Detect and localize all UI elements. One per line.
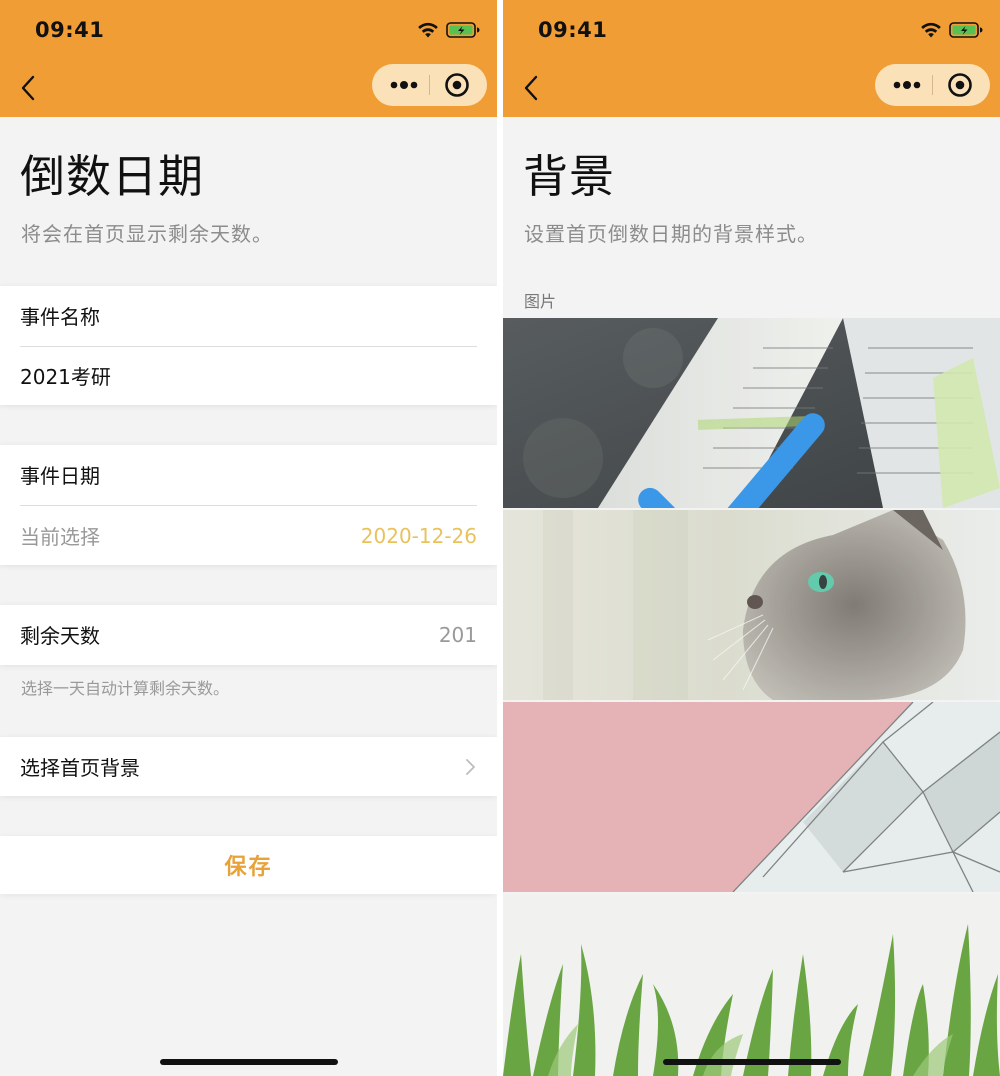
countdown-date-screen: 09:41 倒数日期 将会在首页显示剩余天数。 事件名称 2021考研 事件日期… [0,0,497,1076]
page-subtitle: 设置首页倒数日期的背景样式。 [524,222,818,246]
page-subtitle: 将会在首页显示剩余天数。 [21,222,273,246]
event-name-label: 事件名称 [20,305,100,329]
chevron-right-icon [466,758,475,775]
remaining-days-card: 剩余天数 201 [0,605,497,665]
capsule-divider [429,75,430,95]
background-option-grass[interactable] [503,894,1000,1076]
background-option-pink-wall[interactable] [503,702,1000,892]
remaining-days-hint: 选择一天自动计算剩余天数。 [21,679,230,698]
event-name-value[interactable]: 2021考研 [20,361,477,390]
check-icon [638,413,825,508]
current-selection-value[interactable]: 2020-12-26 [361,524,477,548]
wifi-icon [418,22,438,38]
event-date-card: 事件日期 当前选择 2020-12-26 [0,445,497,565]
section-label: 图片 [524,292,557,311]
event-date-label: 事件日期 [20,464,100,488]
back-icon[interactable] [18,74,40,102]
select-background-inner[interactable]: 选择首页背景 [20,737,477,796]
status-time: 09:41 [538,18,608,42]
current-selection-label: 当前选择 [20,525,100,549]
navigation-bar: 09:41 [0,0,497,117]
close-icon[interactable] [444,72,470,98]
mini-program-capsule [372,64,487,106]
remaining-days-label: 剩余天数 [20,624,100,648]
page-title: 倒数日期 [20,150,205,203]
home-indicator [663,1059,841,1065]
remaining-days-value: 201 [438,622,477,647]
battery-icon [949,22,983,38]
event-name-card: 事件名称 2021考研 [0,286,497,405]
status-time: 09:41 [35,18,105,42]
wifi-icon [921,22,941,38]
capsule-divider [932,75,933,95]
navigation-bar: 09:41 [503,0,1000,117]
home-indicator [160,1059,338,1065]
battery-icon [446,22,480,38]
event-date-label-row: 事件日期 [20,445,477,504]
pink-wall-image [503,702,1000,892]
background-option-cat[interactable] [503,510,1000,700]
grass-image [503,894,1000,1076]
background-option-book[interactable] [503,318,1000,508]
event-name-input[interactable]: 2021考研 [20,346,477,405]
more-icon[interactable] [384,64,424,106]
select-background-label[interactable]: 选择首页背景 [20,752,465,781]
save-button[interactable]: 保存 [0,836,497,894]
remaining-days-row: 剩余天数 201 [20,605,477,664]
page-title: 背景 [523,150,616,203]
more-icon[interactable] [887,64,927,106]
close-icon[interactable] [947,72,973,98]
mini-program-capsule [875,64,990,106]
background-select-screen: 09:41 背景 设置首页倒数日期的背景样式。 图片 [503,0,1000,1076]
cat-image [503,510,1000,700]
select-background-row[interactable]: 选择首页背景 [0,737,497,796]
event-date-picker[interactable]: 当前选择 2020-12-26 [20,506,477,565]
event-name-label-row: 事件名称 [20,286,477,345]
back-icon[interactable] [521,74,543,102]
